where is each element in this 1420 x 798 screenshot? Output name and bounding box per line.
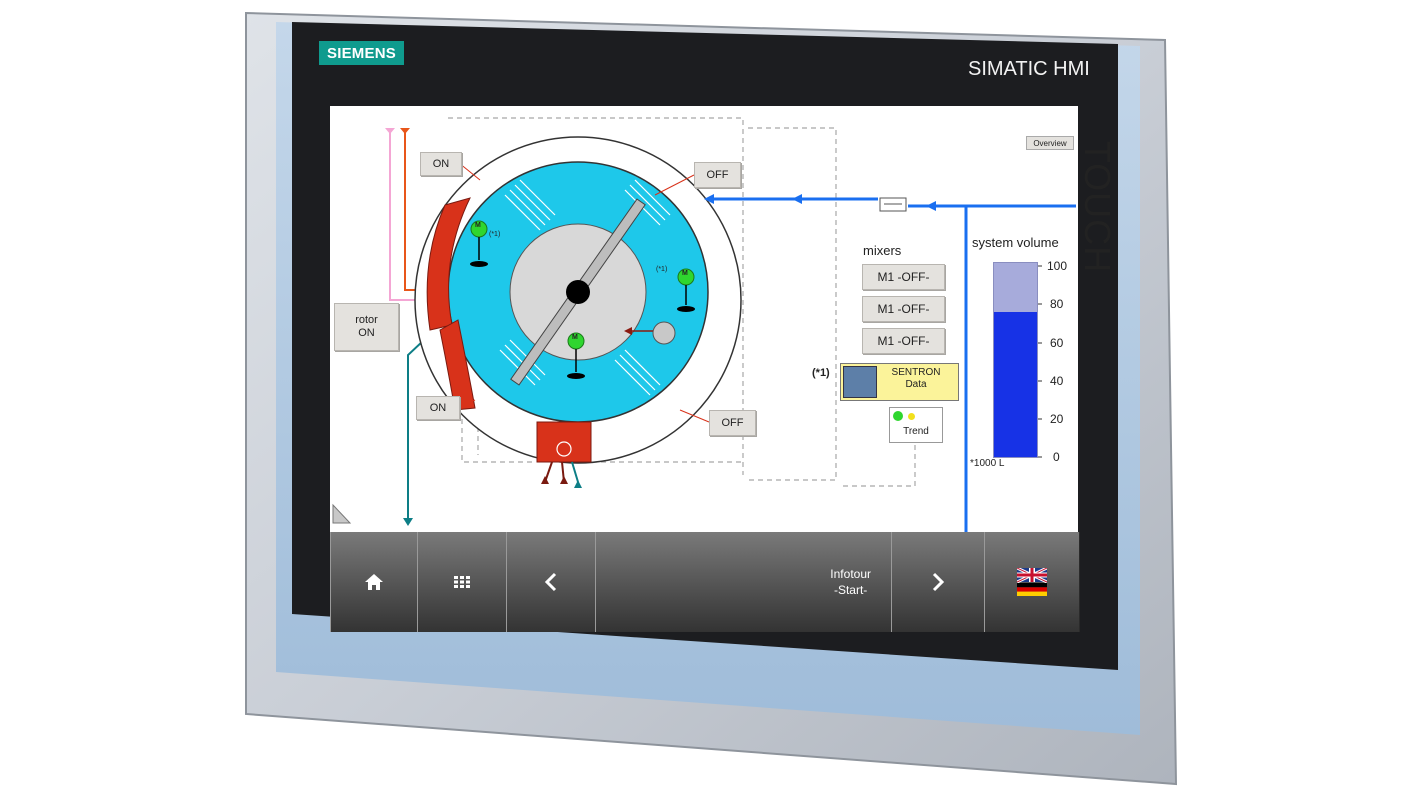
home-button[interactable] bbox=[330, 532, 418, 632]
system-volume-title: system volume bbox=[972, 235, 1059, 250]
home-icon bbox=[364, 573, 384, 591]
trend-label: Trend bbox=[890, 426, 942, 437]
volume-gauge-fill bbox=[994, 312, 1037, 458]
sentron-footnote: (*1) bbox=[812, 367, 830, 379]
back-button[interactable] bbox=[506, 532, 596, 632]
next-button[interactable] bbox=[891, 532, 985, 632]
mixers-title: mixers bbox=[863, 243, 901, 258]
gauge-tick: 0 bbox=[1053, 450, 1060, 464]
overview-button[interactable]: Overview bbox=[1026, 136, 1074, 150]
chevron-right-icon bbox=[931, 572, 945, 592]
footnote-marker: (*1) bbox=[656, 266, 667, 273]
off-button-top[interactable]: OFF bbox=[694, 162, 741, 188]
volume-unit-label: *1000 L bbox=[970, 458, 1004, 469]
sentron-data-button[interactable]: SENTRONData bbox=[840, 363, 959, 401]
on-button-bottom[interactable]: ON bbox=[416, 396, 460, 420]
menu-grid-button[interactable] bbox=[417, 532, 507, 632]
mixer-button-2[interactable]: M1 -OFF- bbox=[862, 296, 945, 322]
infotour-label: Infotour-Start- bbox=[830, 566, 871, 598]
process-diagram bbox=[0, 0, 1420, 798]
motor-label: M bbox=[572, 334, 578, 341]
status-dot-green bbox=[893, 411, 903, 421]
flags-icon bbox=[1017, 568, 1047, 596]
gauge-tick: 40 bbox=[1050, 374, 1063, 388]
sentron-label: SENTRONData bbox=[877, 367, 955, 391]
on-button-top[interactable]: ON bbox=[420, 152, 462, 176]
infotour-button[interactable]: Infotour-Start- bbox=[595, 532, 892, 632]
motor-label: M bbox=[682, 270, 688, 277]
gauge-tick: 60 bbox=[1050, 336, 1063, 350]
gauge-tick: 80 bbox=[1050, 297, 1063, 311]
meter-icon bbox=[843, 366, 877, 398]
trend-button[interactable]: Trend bbox=[889, 407, 943, 443]
grid-icon bbox=[454, 576, 470, 588]
volume-gauge bbox=[993, 262, 1038, 458]
status-dot-yellow bbox=[908, 413, 915, 420]
language-button[interactable] bbox=[984, 532, 1080, 632]
gauge-tick: 100 bbox=[1047, 259, 1067, 273]
mixer-button-3[interactable]: M1 -OFF- bbox=[862, 328, 945, 354]
mixer-button-1[interactable]: M1 -OFF- bbox=[862, 264, 945, 290]
navigation-bar: Infotour-Start- bbox=[330, 532, 1078, 632]
rotor-on-button[interactable]: rotor ON bbox=[334, 303, 399, 351]
off-button-bottom[interactable]: OFF bbox=[709, 410, 756, 436]
chevron-left-icon bbox=[544, 572, 558, 592]
gauge-tick: 20 bbox=[1050, 412, 1063, 426]
motor-label: M bbox=[475, 222, 481, 229]
footnote-marker: (*1) bbox=[489, 231, 500, 238]
